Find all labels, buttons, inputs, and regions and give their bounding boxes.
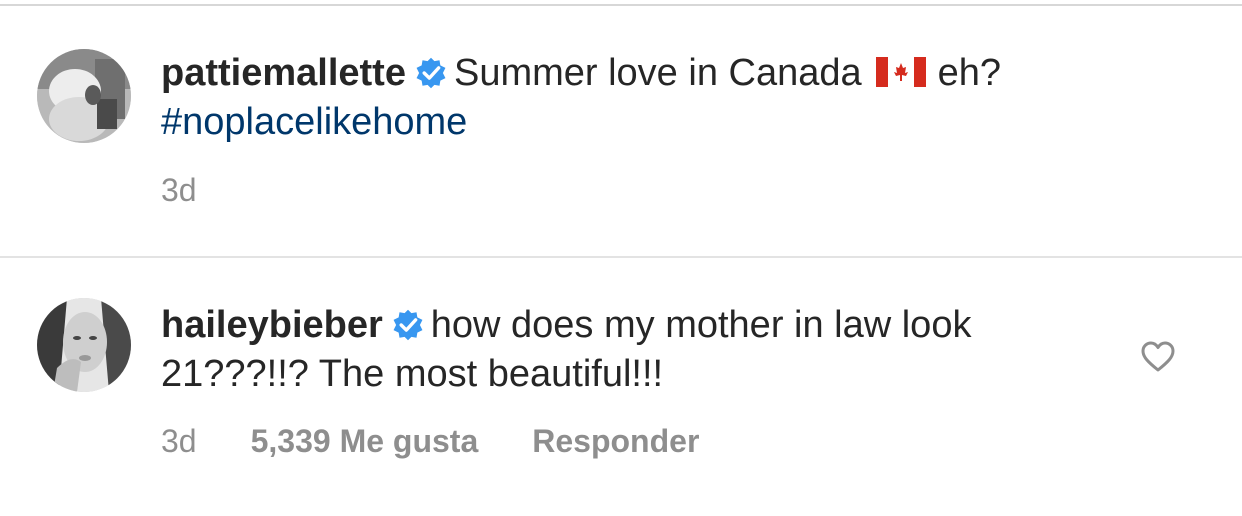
comment-body: haileybieber how does my mother in law lo… xyxy=(161,301,1121,399)
reply-button[interactable]: Responder xyxy=(532,423,699,460)
avatar[interactable] xyxy=(37,49,131,143)
verified-badge-icon xyxy=(414,56,448,90)
comment-time: 3d xyxy=(161,172,197,208)
comment-username[interactable]: haileybieber xyxy=(161,304,383,346)
verified-badge-icon xyxy=(391,308,425,342)
comment-time: 3d xyxy=(161,423,197,459)
hashtag-link[interactable]: #noplacelikehome xyxy=(161,101,467,143)
comment-divider xyxy=(0,256,1242,258)
comment-text-end: eh? xyxy=(937,52,1002,94)
likes-count-link[interactable]: 5,339 Me gusta xyxy=(251,423,479,460)
top-divider xyxy=(0,4,1242,6)
avatar[interactable] xyxy=(37,298,131,392)
comment-body: pattiemallette Summer love in Canada eh? #n… xyxy=(161,49,1121,147)
comment-text: Summer love in Canada xyxy=(453,52,862,94)
canada-flag-icon xyxy=(875,57,926,87)
comment-username[interactable]: pattiemallette xyxy=(161,52,406,94)
comment-meta: 3d 5,339 Me gusta Responder xyxy=(161,423,699,460)
heart-outline-icon[interactable] xyxy=(1140,339,1176,375)
comment-meta: 3d xyxy=(161,172,251,209)
